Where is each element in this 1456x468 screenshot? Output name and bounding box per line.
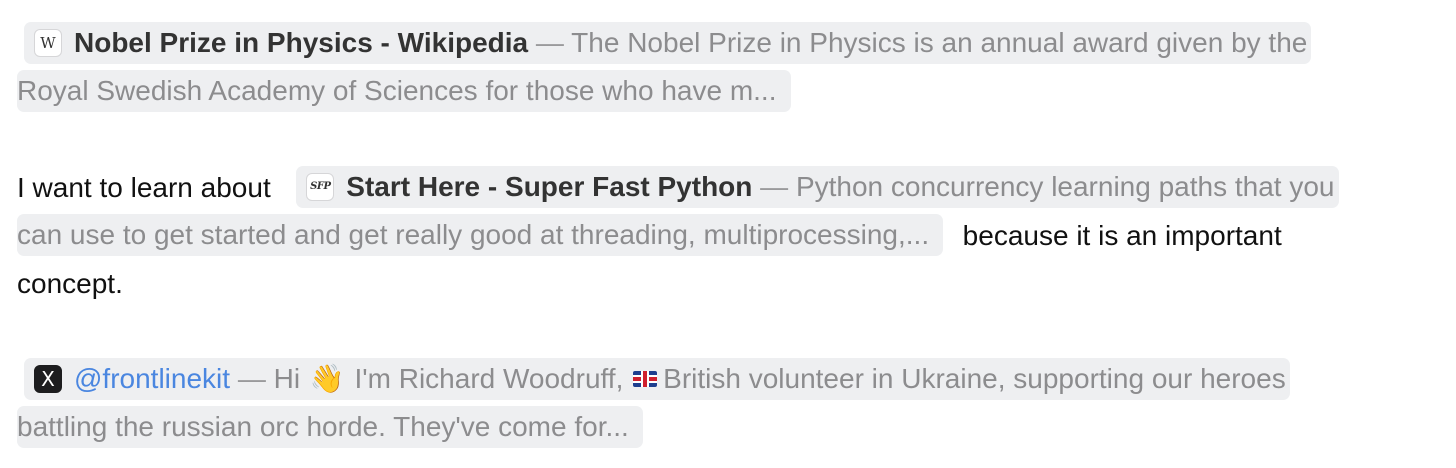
link-description: The Nobel Prize in Physics is an annual … (571, 27, 1308, 58)
link-title: Nobel Prize in Physics - Wikipedia (74, 27, 529, 58)
waving-hand-icon: 👋 (309, 362, 345, 395)
link-chip-x[interactable]: X @frontlinekit — Hi 👋 I'm Richard Woodru… (24, 358, 1290, 400)
link-description-b: I'm Richard Woodruff, (346, 363, 632, 394)
link-description-continued: can use to get started and get really go… (17, 219, 930, 250)
link-chip-wikipedia[interactable]: W Nobel Prize in Physics - Wikipedia — Th… (24, 22, 1312, 64)
editor-content[interactable]: W Nobel Prize in Physics - Wikipedia — Th… (0, 0, 1456, 468)
link-chip-wikipedia-line1[interactable]: W Nobel Prize in Physics - Wikipedia — Th… (24, 22, 1312, 66)
link-handle: @frontlinekit (74, 363, 231, 394)
link-separator: — (528, 27, 572, 58)
link-chip-x-line2[interactable]: battling the russian orc horde. They've … (17, 406, 643, 450)
link-chip-superfastpython[interactable]: SFP Start Here - Super Fast Python — Pyth… (296, 166, 1339, 208)
sentence-line1: I want to learn about SFP Start Here - Su… (17, 166, 1339, 210)
link-description-continued: Royal Swedish Academy of Sciences for th… (17, 75, 777, 106)
sentence-line2: can use to get started and get really go… (17, 214, 1282, 258)
link-description: Python concurrency learning paths that y… (795, 171, 1335, 202)
link-description-c: British volunteer in Ukraine, supporting… (663, 363, 1286, 394)
uk-flag-icon (633, 370, 658, 387)
link-chip-wikipedia-continued[interactable]: Royal Swedish Academy of Sciences for th… (17, 70, 791, 112)
link-title: Start Here - Super Fast Python (346, 171, 753, 202)
link-chip-x-line1[interactable]: X @frontlinekit — Hi 👋 I'm Richard Woodru… (24, 358, 1290, 402)
superfastpython-icon: SFP (306, 172, 335, 201)
link-separator: — (752, 171, 796, 202)
sentence-text-after: because it is an important (962, 220, 1282, 251)
link-chip-x-continued[interactable]: battling the russian orc horde. They've … (17, 406, 643, 448)
wikipedia-icon: W (34, 28, 62, 57)
link-description-a: Hi (273, 363, 308, 394)
sentence-text-end: concept. (17, 268, 123, 299)
sentence-text-before: I want to learn about (17, 172, 271, 203)
link-description-continued: battling the russian orc horde. They've … (17, 411, 629, 442)
link-chip-superfastpython-continued[interactable]: can use to get started and get really go… (17, 214, 944, 256)
sentence-line3: concept. (17, 262, 123, 306)
x-icon: X (34, 364, 62, 393)
link-chip-wikipedia-line2[interactable]: Royal Swedish Academy of Sciences for th… (17, 70, 791, 114)
link-separator: — (230, 363, 274, 394)
